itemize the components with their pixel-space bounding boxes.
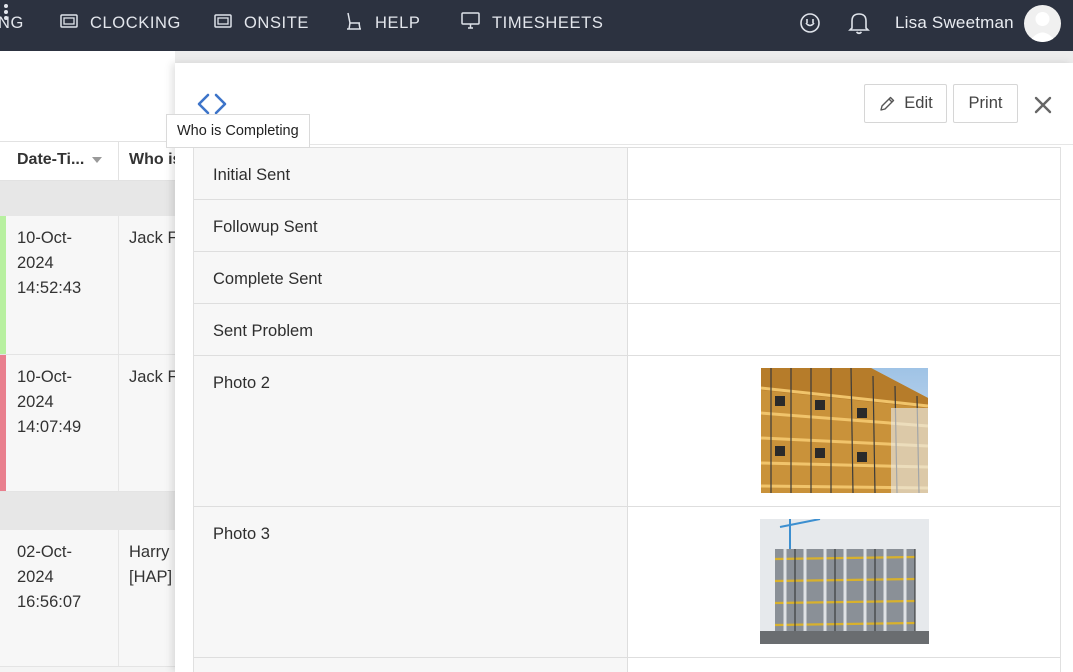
user-name[interactable]: Lisa Sweetman — [895, 0, 1014, 46]
table-row[interactable]: 02-Oct-2024 16:56:07 Harry [HAP] — [0, 530, 175, 667]
row-who: Jack F — [129, 368, 178, 386]
avatar[interactable] — [1024, 5, 1061, 42]
nav-item-onsite[interactable]: ONSITE — [214, 0, 309, 46]
detail-row: Followup Sent — [194, 200, 1060, 252]
tooltip: Who is Completing — [166, 114, 310, 148]
field-label: Photo 2 — [213, 374, 270, 392]
nav-item-help[interactable]: HELP — [345, 0, 421, 46]
detail-row: Complete Sent — [194, 252, 1060, 304]
column-header-date[interactable]: Date-Ti... — [17, 151, 103, 169]
record-detail-panel: Who is Completing Edit Print Initial Sen… — [166, 63, 1073, 672]
field-label: Sent Problem — [213, 322, 313, 340]
chair-icon — [345, 12, 363, 35]
status-stripe — [0, 216, 6, 354]
field-label: Initial Sent — [213, 166, 291, 184]
field-value — [628, 200, 1060, 251]
nav-item-label: HELP — [375, 13, 421, 32]
detail-row: Photo 2 — [194, 356, 1060, 507]
edit-button-label: Edit — [904, 94, 933, 112]
row-date: 10-Oct-2024 14:07:49 — [17, 368, 82, 436]
table-row[interactable]: 10-Oct-2024 14:52:43 Jack F — [0, 216, 178, 355]
bell-icon[interactable] — [848, 11, 870, 40]
sort-caret-icon[interactable] — [92, 156, 103, 163]
nav-item-truncated[interactable]: NG — [0, 0, 24, 46]
scaffolding-photo-image[interactable] — [760, 367, 929, 498]
field-label: Photo 3 — [213, 525, 270, 543]
field-label: Followup Sent — [213, 218, 318, 236]
detail-row: Photo 3 — [194, 507, 1060, 658]
field-value — [628, 507, 1060, 657]
row-who: Jack F — [129, 229, 178, 247]
status-stripe — [0, 355, 6, 491]
edit-button[interactable]: Edit — [864, 84, 947, 123]
top-navigation-bar: NG CLOCKING ONSITE HELP TIMESHEETS Lisa … — [0, 0, 1073, 51]
nav-item-label: TIMESHEETS — [492, 13, 604, 32]
detail-row: Sent Problem — [194, 304, 1060, 356]
list-toolbar — [0, 51, 175, 141]
group-header[interactable] — [0, 492, 175, 530]
monitor-icon — [461, 12, 480, 34]
id-card-icon — [214, 13, 232, 33]
field-value — [628, 148, 1060, 199]
table-row[interactable]: 10-Oct-2024 14:07:49 Jack F — [0, 355, 178, 492]
nav-item-label: CLOCKING — [90, 13, 181, 32]
nav-item-timesheets[interactable]: TIMESHEETS — [461, 0, 603, 46]
row-date: 02-Oct-2024 16:56:07 — [17, 543, 82, 611]
nav-item-label: ONSITE — [244, 13, 310, 32]
pencil-icon — [880, 96, 895, 111]
detail-row: Initial Sent — [194, 147, 1060, 200]
scaffolding-photo-image[interactable] — [760, 518, 929, 649]
group-header[interactable] — [0, 181, 175, 216]
nav-item-clocking[interactable]: CLOCKING — [60, 0, 181, 46]
list-header: Date-Ti... Who is — [0, 141, 181, 182]
field-label: Complete Sent — [213, 270, 323, 288]
field-value — [628, 356, 1060, 506]
field-value — [628, 252, 1060, 303]
close-icon[interactable] — [1033, 95, 1053, 115]
id-card-icon — [60, 13, 78, 33]
column-header-who[interactable]: Who is — [129, 151, 181, 169]
detail-row — [194, 658, 1060, 672]
submissions-list: Date-Ti... Who is 10-Oct-2024 14:52:43 J… — [0, 51, 181, 672]
print-button[interactable]: Print — [953, 84, 1018, 123]
support-icon[interactable] — [798, 11, 822, 40]
row-date: 10-Oct-2024 14:52:43 — [17, 229, 82, 297]
row-who: Harry [HAP] — [129, 543, 173, 586]
panel-header: Who is Completing Edit Print — [166, 63, 1073, 148]
field-value — [628, 304, 1060, 355]
detail-table: Initial Sent Followup Sent Complete Sent… — [193, 147, 1061, 672]
